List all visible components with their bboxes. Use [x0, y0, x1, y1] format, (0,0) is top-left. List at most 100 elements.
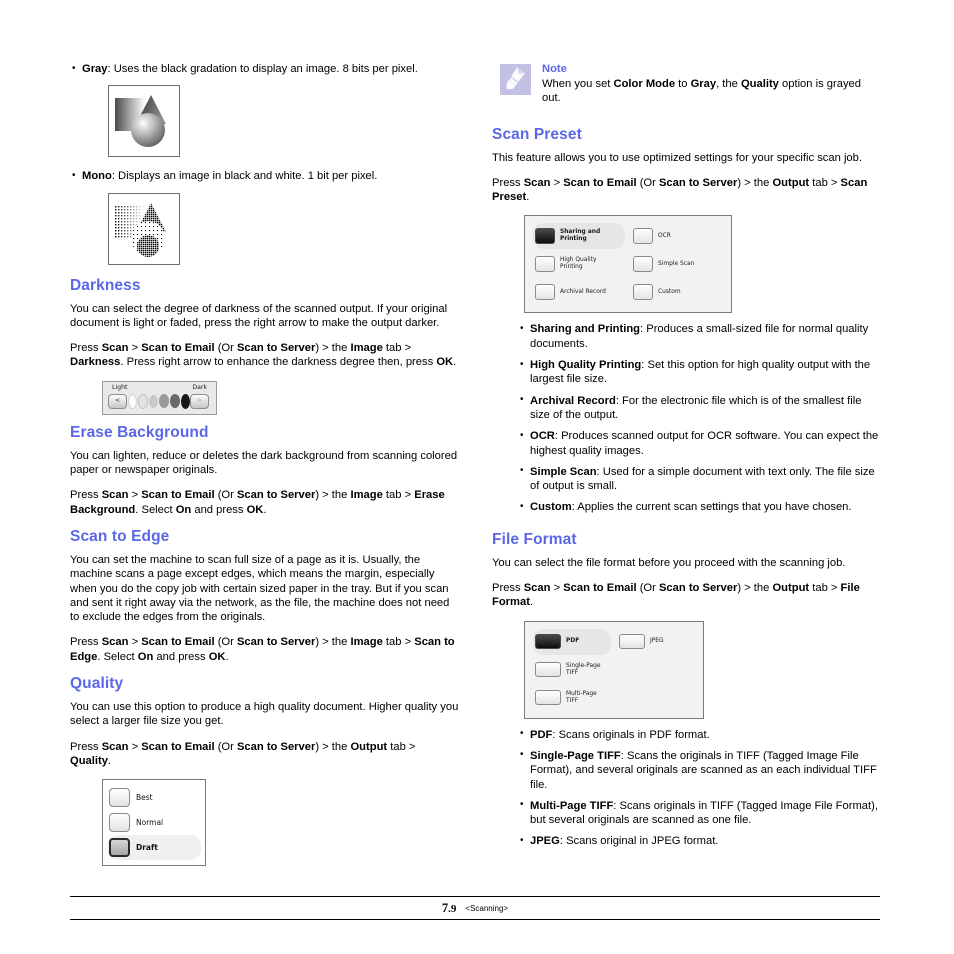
preset-label: Simple Scan [658, 260, 695, 267]
color-mode-bullet-list-mono: Mono: Displays an image in black and whi… [70, 169, 459, 184]
radio-button-icon[interactable] [535, 256, 555, 273]
or-close: ) > the [315, 489, 351, 502]
tail: . [529, 596, 534, 609]
list-item: High Quality Printing: Set this option f… [518, 358, 881, 387]
preset-simple-scan[interactable]: Simple Scan [631, 251, 723, 277]
gt: > [128, 342, 142, 355]
slider-left-arrow-button[interactable]: < [108, 393, 127, 409]
tab-output: Output [772, 176, 810, 189]
radio-button-icon[interactable] [535, 284, 555, 301]
darkness-paragraph: You can select the degree of darkness of… [70, 302, 448, 329]
list-item: OCR: Produces scanned output for OCR sof… [518, 429, 881, 458]
slider-step-1[interactable] [127, 393, 137, 409]
page-number: 7.9 [442, 901, 457, 916]
darkness-slider-widget[interactable]: Light Dark < > [102, 380, 217, 415]
heading-scan-to-edge: Scan to Edge [70, 527, 170, 545]
radio-button-icon[interactable] [619, 634, 645, 650]
two-column-layout: Gray : Uses the black gradation to displa… [70, 61, 882, 867]
quality-option-normal[interactable]: Normal [107, 810, 201, 835]
radio-button-icon[interactable] [633, 228, 653, 245]
list-item: Sharing and Printing: Produces a small-s… [518, 322, 881, 351]
radio-button-selected-icon[interactable] [535, 634, 561, 650]
bullet-text: : Produces scanned output for OCR softwa… [530, 430, 879, 457]
option-on: On [175, 503, 192, 516]
menu-scan-to-email: Scan to Email [141, 740, 215, 753]
bullet-text: : Uses the black gradation to display an… [107, 63, 418, 75]
press-prefix: Press [70, 342, 102, 355]
left-column: Gray: Uses the black gradation to displa… [70, 61, 459, 867]
bullet-text: : Scans original in JPEG format. [559, 835, 719, 848]
slider-label-light: Light [112, 383, 128, 391]
setting-color-mode: Color Mode [613, 78, 676, 90]
menu-scan-to-server: Scan to Server [236, 342, 316, 355]
tab-image: Image [350, 489, 383, 502]
mono-sample-image [108, 192, 180, 265]
slider-step-2[interactable] [137, 393, 148, 409]
preset-high-quality-printing[interactable]: High Quality Printing [533, 251, 625, 277]
tab-suffix: tab > [387, 740, 416, 753]
slider-step-6-current[interactable] [180, 393, 190, 409]
scan-preset-widget[interactable]: Sharing and Printing OCR High Quality Pr… [524, 215, 732, 314]
radio-button-icon[interactable] [109, 813, 130, 833]
preset-custom[interactable]: Custom [631, 279, 723, 305]
or-open: (Or [214, 342, 237, 355]
tail3: . [263, 503, 267, 516]
file-format-widget[interactable]: PDF JPEG Single-Page TIFF Multi-Page TIF… [524, 620, 704, 719]
heading-file-format: File Format [492, 530, 577, 548]
radio-button-icon[interactable] [535, 690, 561, 706]
heading-erase-background: Erase Background [70, 423, 209, 441]
radio-button-icon[interactable] [109, 788, 130, 808]
tab-image: Image [350, 636, 383, 649]
quality-instructions: Press Scan > Scan to Email (Or Scan to S… [70, 740, 459, 769]
menu-scan-to-server: Scan to Server [236, 489, 316, 502]
quality-option-draft[interactable]: Draft [107, 835, 201, 861]
or-close: ) > the [315, 342, 351, 355]
format-multi-page-tiff[interactable]: Multi-Page TIFF [533, 685, 611, 711]
slider-right-arrow-button[interactable]: > [190, 393, 209, 409]
quality-options-widget[interactable]: Best Normal Draft [102, 779, 206, 867]
preset-ocr[interactable]: OCR [631, 223, 723, 249]
scan-preset-paragraph: This feature allows you to use optimized… [492, 151, 862, 164]
menu-scan: Scan [523, 176, 551, 189]
tail: . [526, 191, 530, 204]
preset-archival-record[interactable]: Archival Record [533, 279, 625, 305]
darkness-slider-track[interactable]: < > [108, 393, 211, 409]
slider-step-4[interactable] [158, 394, 169, 409]
menu-scan-to-email: Scan to Email [141, 342, 215, 355]
format-single-page-tiff[interactable]: Single-Page TIFF [533, 657, 611, 683]
format-pdf[interactable]: PDF [533, 628, 611, 655]
gt: > [128, 489, 142, 502]
radio-button-icon[interactable] [633, 256, 653, 273]
note-body: Note When you set Color Mode to Gray, th… [542, 62, 881, 106]
radio-button-icon[interactable] [633, 284, 653, 301]
heading-scan-preset: Scan Preset [492, 125, 582, 143]
bullet-term: Multi-Page TIFF [530, 799, 614, 812]
tab-suffix: tab > [809, 582, 841, 595]
scan-preset-bullet-list: Sharing and Printing: Produces a small-s… [518, 322, 881, 515]
button-ok: OK [246, 503, 264, 516]
erase-background-paragraph: You can lighten, reduce or deletes the d… [70, 449, 458, 477]
menu-scan: Scan [101, 636, 129, 649]
list-item: Archival Record: For the electronic file… [518, 393, 881, 423]
file-format-bullet-list: PDF: Scans originals in PDF format. Sing… [518, 727, 881, 849]
slider-step-3[interactable] [148, 394, 158, 408]
bullet-term: OCR [530, 430, 555, 443]
format-label: Multi-Page TIFF [566, 690, 597, 704]
radio-button-icon[interactable] [535, 662, 561, 678]
slider-step-5[interactable] [169, 394, 180, 409]
preset-sharing-and-printing[interactable]: Sharing and Printing [533, 223, 625, 250]
menu-scan: Scan [101, 342, 129, 355]
erase-background-instructions: Press Scan > Scan to Email (Or Scan to S… [70, 488, 459, 517]
right-column: Note When you set Color Mode to Gray, th… [492, 62, 881, 866]
quality-option-best[interactable]: Best [107, 785, 201, 810]
press-prefix: Press [70, 489, 102, 502]
menu-scan-to-server: Scan to Server [236, 636, 316, 649]
bullet-term: Sharing and Printing [530, 323, 641, 336]
radio-button-selected-icon[interactable] [109, 838, 130, 858]
gt: > [128, 636, 142, 649]
value-gray: Gray [690, 78, 717, 90]
radio-button-selected-icon[interactable] [535, 228, 555, 245]
or-close: ) > the [737, 582, 773, 595]
format-jpeg[interactable]: JPEG [617, 629, 695, 655]
